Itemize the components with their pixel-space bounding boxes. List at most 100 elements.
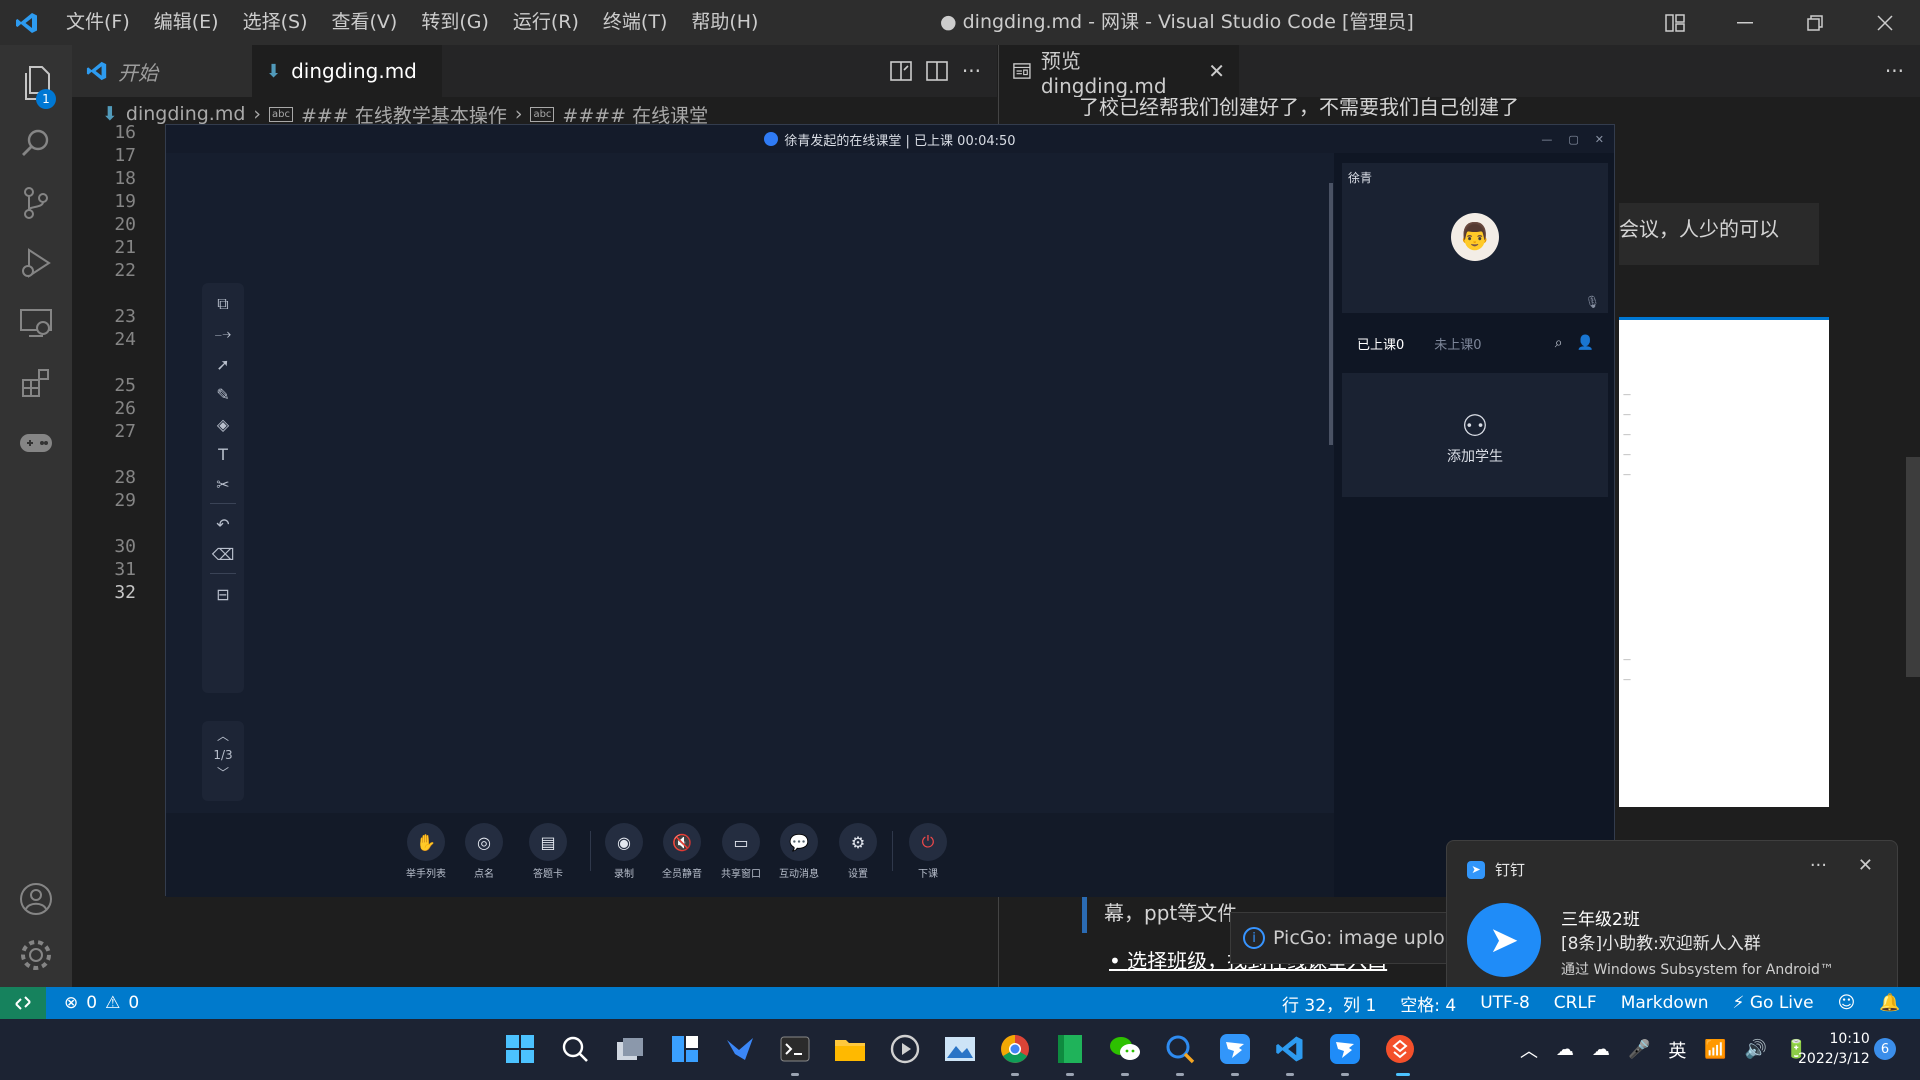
chevron-up-icon[interactable]: ︿ — [1520, 1037, 1538, 1063]
taskbar-search-button[interactable] — [557, 1031, 593, 1067]
taskbar-app-wechat[interactable] — [1107, 1031, 1143, 1067]
tab-preview[interactable]: 预览 dingding.md ✕ — [999, 45, 1239, 98]
minimize-icon[interactable]: — — [1541, 133, 1552, 146]
menu-selection[interactable]: 选择(S) — [231, 0, 320, 45]
dingtalk-notification[interactable]: ➤ 钉钉 ··· ✕ ➤ 三年级2班 [8条]小助教:欢迎新人入群 通过 Win… — [1446, 840, 1898, 1004]
preview-scrollbar[interactable] — [1906, 457, 1920, 677]
onedrive-error-icon[interactable]: ☁ — [1556, 1039, 1574, 1060]
restore-button[interactable] — [1780, 0, 1850, 45]
wifi-icon[interactable]: 📶 — [1704, 1039, 1726, 1060]
accounts-button[interactable] — [0, 869, 72, 929]
close-window-button[interactable] — [1850, 0, 1920, 45]
breadcrumb-file[interactable]: dingding.md — [126, 103, 246, 125]
record-button[interactable]: ◉ 录制 — [594, 823, 654, 880]
menu-go[interactable]: 转到(G) — [409, 0, 501, 45]
taskbar-app-terminal[interactable] — [777, 1031, 813, 1067]
clock[interactable]: 10:10 2022/3/12 — [1798, 1029, 1870, 1069]
problems-indicator[interactable]: ⊗ 0 ⚠ 0 — [64, 993, 139, 1013]
picgo-toast[interactable]: i PicGo: image upload — [1230, 912, 1450, 964]
pen-icon[interactable]: ✎ — [202, 379, 244, 409]
taskbar-app-dingtalk[interactable] — [1217, 1031, 1253, 1067]
tab-start[interactable]: 开始 — [72, 45, 252, 97]
gamepad-button[interactable] — [0, 413, 72, 473]
settings-button[interactable]: ⚙ 设置 — [828, 823, 888, 880]
widgets-button[interactable] — [667, 1031, 703, 1067]
bell-icon[interactable]: 🔔 — [1879, 993, 1900, 1013]
select-cursor-icon[interactable]: ➚ — [202, 349, 244, 379]
search-button[interactable] — [0, 113, 72, 173]
taskbar-app-orange[interactable] — [1382, 1031, 1418, 1067]
volume-icon[interactable]: 🔊 — [1745, 1039, 1767, 1060]
taskbar-app-chrome[interactable] — [997, 1031, 1033, 1067]
taskbar-app-vscode[interactable] — [1272, 1031, 1308, 1067]
open-preview-icon[interactable] — [890, 61, 912, 81]
remote-indicator[interactable] — [0, 987, 46, 1019]
menu-view[interactable]: 查看(V) — [320, 0, 410, 45]
more-actions-icon[interactable]: ··· — [1885, 59, 1904, 83]
taskbar-app-feishu[interactable] — [722, 1031, 758, 1067]
interactive-messages-button[interactable]: 💬 互动消息 — [769, 823, 829, 880]
insert-icon[interactable]: ⧉ — [202, 289, 244, 319]
encoding[interactable]: UTF-8 — [1480, 993, 1530, 1013]
whiteboard[interactable]: ⧉ ⤍ ➚ ✎ ◈ T ✂ ↶ ⌫ ⊟ ︿ 1/3 ﹀ — [166, 153, 1334, 813]
undo-icon[interactable]: ↶ — [202, 509, 244, 539]
menu-terminal[interactable]: 终端(T) — [591, 0, 679, 45]
raise-hand-list-button[interactable]: ✋ 举手列表 — [396, 823, 456, 880]
mute-all-button[interactable]: 🔇 全员静音 — [652, 823, 712, 880]
search-icon[interactable]: ⌕ — [1555, 335, 1563, 351]
extensions-button[interactable] — [0, 353, 72, 413]
indentation[interactable]: 空格: 4 — [1400, 991, 1456, 1016]
laser-pointer-icon[interactable]: ⤍ — [202, 319, 244, 349]
language-mode[interactable]: Markdown — [1621, 993, 1709, 1013]
manage-button[interactable] — [0, 925, 72, 985]
start-button[interactable] — [502, 1031, 538, 1067]
go-live-button[interactable]: ⚡ Go Live — [1733, 993, 1814, 1013]
taskbar-app-media-player[interactable] — [887, 1031, 923, 1067]
menu-run[interactable]: 运行(R) — [501, 0, 591, 45]
end-class-button[interactable]: ⏻ 下课 — [898, 823, 958, 880]
taskbar-app-photos[interactable] — [942, 1031, 978, 1067]
answer-card-button[interactable]: ▤ 答题卡 — [518, 823, 578, 880]
more-actions-icon[interactable]: ··· — [962, 59, 981, 83]
minimize-button[interactable] — [1710, 0, 1780, 45]
user-icon[interactable]: 👤 — [1577, 335, 1594, 351]
remote-explorer-button[interactable] — [0, 293, 72, 353]
cloud-icon[interactable]: ☁ — [1592, 1039, 1610, 1060]
shapes-icon[interactable]: ◈ — [202, 409, 244, 439]
notification-count-badge[interactable]: 6 — [1874, 1038, 1896, 1060]
chevron-down-icon[interactable]: ﹀ — [202, 764, 244, 781]
classroom-title-bar[interactable]: 徐青发起的在线课堂 | 已上课 00:04:50 — ▢ ✕ — [166, 125, 1614, 153]
text-icon[interactable]: T — [202, 439, 244, 469]
maximize-icon[interactable]: ▢ — [1568, 133, 1578, 146]
scissors-icon[interactable]: ✂ — [202, 469, 244, 499]
close-icon[interactable]: ✕ — [1858, 855, 1873, 876]
tab-absent[interactable]: 未上课0 — [1419, 334, 1496, 353]
feedback-icon[interactable]: ☺ — [1838, 993, 1856, 1013]
menu-edit[interactable]: 编辑(E) — [142, 0, 231, 45]
add-student-button[interactable]: ⚇ 添加学生 — [1342, 373, 1608, 497]
whiteboard-scrollbar[interactable] — [1329, 183, 1333, 445]
tab-dingding-md[interactable]: ⬇ dingding.md — [252, 45, 442, 97]
cursor-position[interactable]: 行 32，列 1 — [1282, 991, 1376, 1016]
taskbar-app-qq-search[interactable] — [1162, 1031, 1198, 1067]
more-options-icon[interactable]: ··· — [1810, 855, 1827, 876]
chevron-up-icon[interactable]: ︿ — [202, 721, 244, 744]
share-window-button[interactable]: ▭ 共享窗口 — [711, 823, 771, 880]
tab-attended[interactable]: 已上课0 — [1342, 334, 1419, 353]
taskbar-app-dingtalk-classroom[interactable] — [1327, 1031, 1363, 1067]
close-icon[interactable]: ✕ — [1595, 133, 1604, 146]
task-view-button[interactable] — [612, 1031, 648, 1067]
roll-call-button[interactable]: ◎ 点名 — [454, 823, 514, 880]
input-method[interactable]: 英 — [1668, 1037, 1686, 1063]
menu-file[interactable]: 文件(F) — [54, 0, 142, 45]
close-icon[interactable]: ✕ — [1208, 59, 1225, 83]
layout-toggle-button[interactable] — [1640, 0, 1710, 45]
microphone-icon[interactable]: 🎤 — [1628, 1039, 1650, 1060]
menu-help[interactable]: 帮助(H) — [679, 0, 770, 45]
taskbar-app-green-book[interactable] — [1052, 1031, 1088, 1067]
run-debug-button[interactable] — [0, 233, 72, 293]
end-of-line[interactable]: CRLF — [1554, 993, 1597, 1013]
eraser-icon[interactable]: ⌫ — [202, 539, 244, 569]
taskbar-app-file-explorer[interactable] — [832, 1031, 868, 1067]
source-control-button[interactable] — [0, 173, 72, 233]
